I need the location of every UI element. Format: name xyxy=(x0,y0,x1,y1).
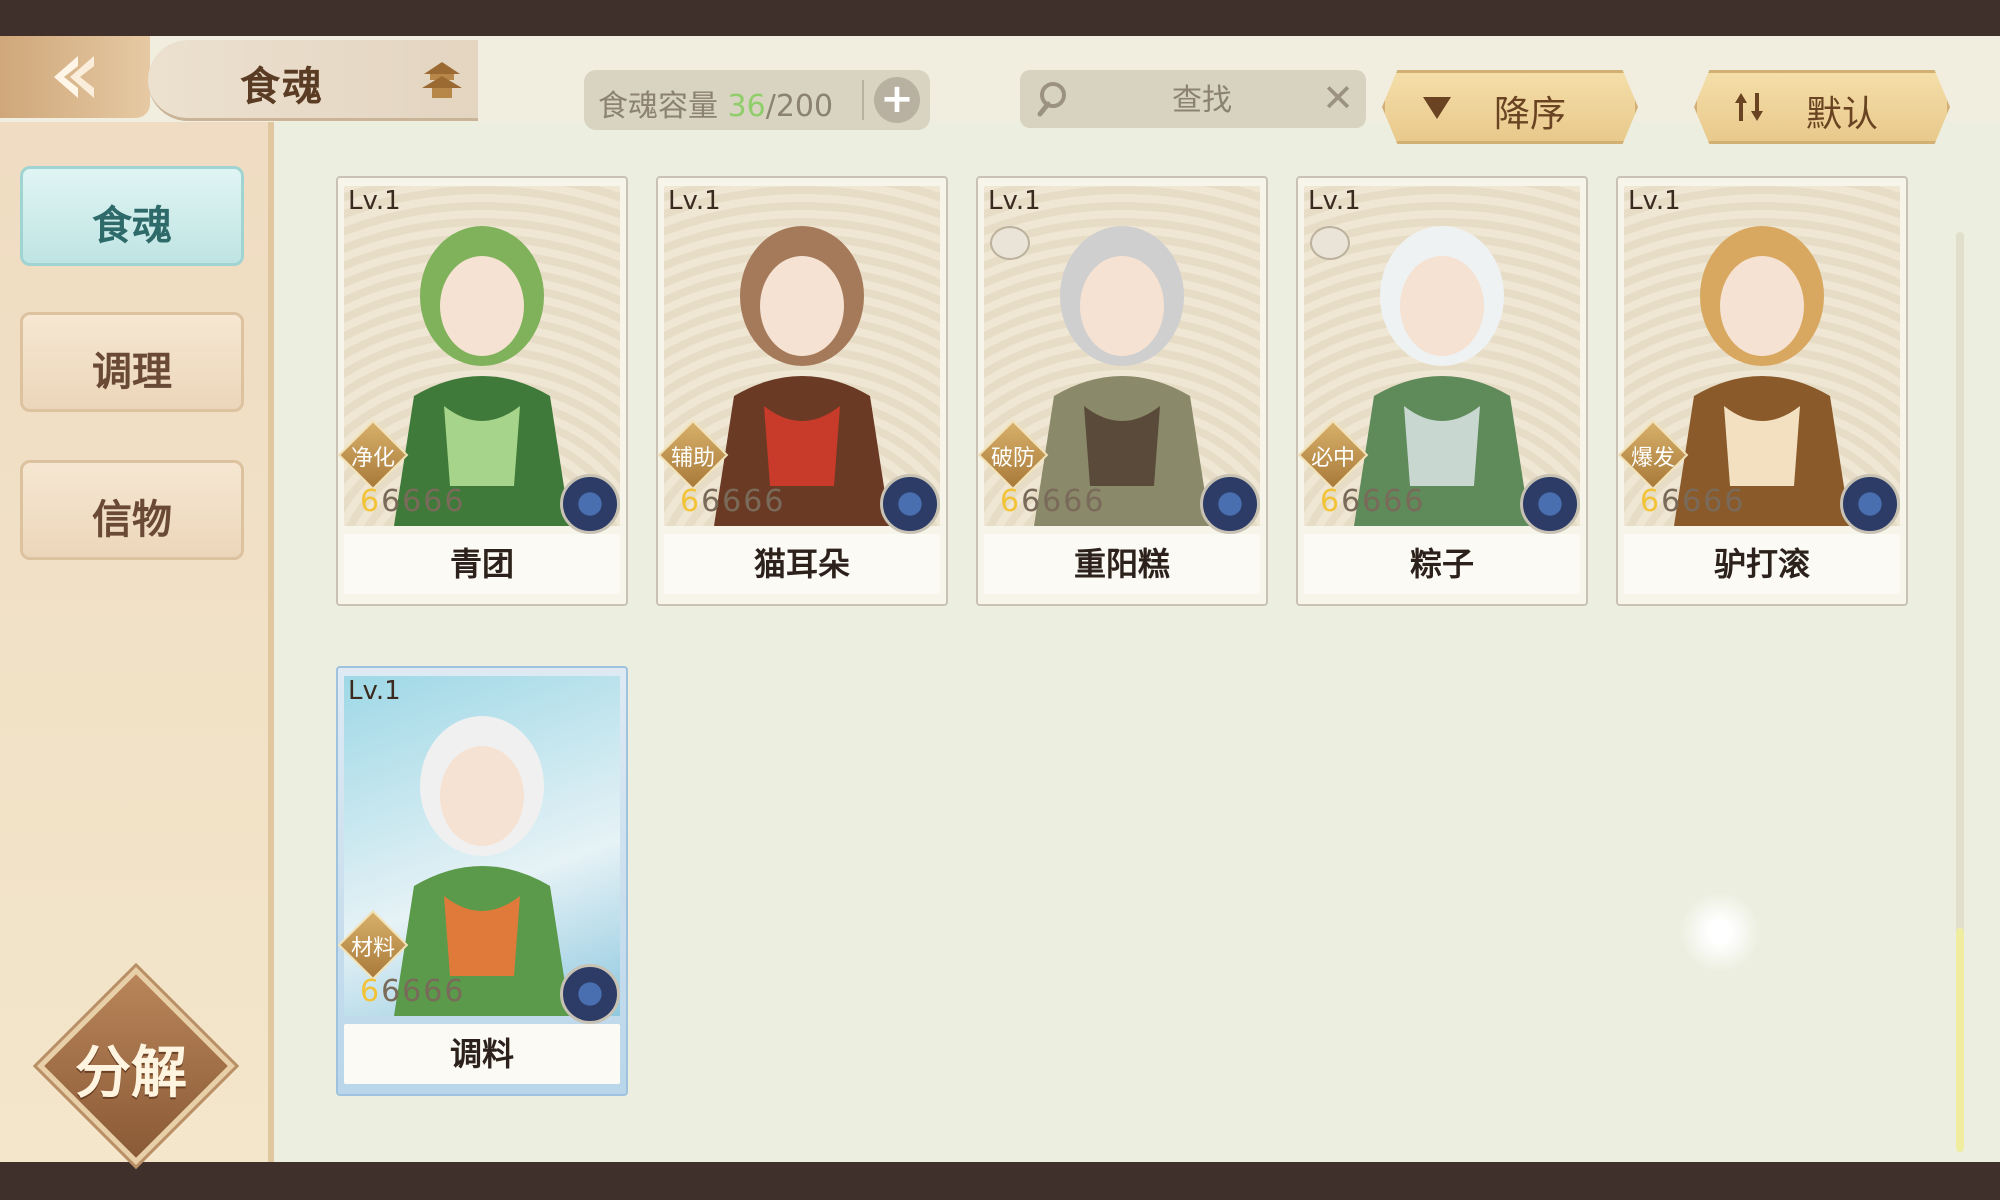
page-title: 食魂 xyxy=(240,63,324,110)
food-soul-name: 青团 xyxy=(449,545,514,583)
title-tab: 食魂 xyxy=(148,40,478,121)
role-badge: 净化 xyxy=(337,419,409,491)
back-button[interactable] xyxy=(0,36,150,118)
role-label: 材料 xyxy=(350,936,395,961)
flower-emblem-icon xyxy=(880,474,940,534)
screen: 食魂 食魂容量 36/200 + ✕ xyxy=(0,36,2000,1165)
name-bar: 青团 xyxy=(344,534,620,594)
role-label: 净化 xyxy=(350,446,395,471)
decompose-label: 分解 xyxy=(75,1040,187,1106)
star-rating: 66666 xyxy=(360,484,466,519)
dish-icon xyxy=(990,226,1030,260)
scrollbar[interactable] xyxy=(1956,232,1964,1152)
star-rating: 66666 xyxy=(1320,484,1426,519)
food-soul-card[interactable]: Lv.1 净化 66666 青团 xyxy=(336,176,628,606)
food-soul-name: 驴打滚 xyxy=(1713,545,1810,583)
star-rating: 66666 xyxy=(360,974,466,1009)
sidebar-tab-label: 食魂 xyxy=(92,202,172,249)
sidebar-tab-tokens[interactable]: 信物 xyxy=(20,460,244,560)
role-badge: 材料 xyxy=(337,909,409,981)
capacity-display: 食魂容量 36/200 + xyxy=(584,70,930,130)
sort-order-button[interactable]: 降序 xyxy=(1382,70,1638,144)
pagoda-icon[interactable] xyxy=(420,58,464,102)
star-rating: 66666 xyxy=(1640,484,1746,519)
divider xyxy=(862,80,864,120)
sidebar-tab-label: 信物 xyxy=(92,496,172,543)
back-arrow-icon xyxy=(54,56,94,98)
capacity-max: /200 xyxy=(765,89,834,124)
capacity-current: 36 xyxy=(727,89,766,124)
name-bar: 调料 xyxy=(344,1024,620,1084)
scrollbar-thumb[interactable] xyxy=(1956,928,1964,1152)
role-badge: 必中 xyxy=(1297,419,1369,491)
flower-emblem-icon xyxy=(1520,474,1580,534)
role-label: 破防 xyxy=(990,446,1035,471)
sparkle-effect xyxy=(1680,892,1760,972)
role-label: 爆发 xyxy=(1630,446,1675,471)
food-soul-name: 猫耳朵 xyxy=(753,545,850,583)
sort-order-label: 降序 xyxy=(1493,94,1566,135)
food-soul-card[interactable]: Lv.1 材料 66666 调料 xyxy=(336,666,628,1096)
sidebar: 食魂 调理 信物 分解 xyxy=(0,122,274,1165)
flower-emblem-icon xyxy=(1840,474,1900,534)
food-soul-name: 粽子 xyxy=(1409,545,1474,583)
dish-icon xyxy=(1310,226,1350,260)
food-soul-name: 重阳糕 xyxy=(1073,545,1170,583)
capacity-label: 食魂容量 xyxy=(598,89,718,124)
level-label: Lv.1 xyxy=(668,186,721,216)
search-input[interactable] xyxy=(1090,70,1314,130)
name-bar: 重阳糕 xyxy=(984,534,1260,594)
name-bar: 粽子 xyxy=(1304,534,1580,594)
name-bar: 猫耳朵 xyxy=(664,534,940,594)
role-badge: 辅助 xyxy=(657,419,729,491)
food-soul-card[interactable]: Lv.1 辅助 66666 猫耳朵 xyxy=(656,176,948,606)
flower-emblem-icon xyxy=(560,964,620,1024)
food-soul-card[interactable]: Lv.1 必中 66666 粽子 xyxy=(1296,176,1588,606)
level-label: Lv.1 xyxy=(1308,186,1361,216)
star-rating: 66666 xyxy=(1000,484,1106,519)
header-bar: 食魂 食魂容量 36/200 + ✕ xyxy=(0,36,2000,144)
star-rating: 66666 xyxy=(680,484,786,519)
level-label: Lv.1 xyxy=(988,186,1041,216)
sidebar-tab-food-souls[interactable]: 食魂 xyxy=(20,166,244,266)
flower-emblem-icon xyxy=(560,474,620,534)
role-label: 必中 xyxy=(1310,446,1355,471)
sort-mode-label: 默认 xyxy=(1805,94,1878,135)
role-badge: 破防 xyxy=(977,419,1049,491)
food-soul-name: 调料 xyxy=(449,1035,514,1073)
level-label: Lv.1 xyxy=(1628,186,1681,216)
role-badge: 爆发 xyxy=(1617,419,1689,491)
level-label: Lv.1 xyxy=(348,186,401,216)
top-letterbox xyxy=(0,0,2000,36)
flower-emblem-icon xyxy=(1200,474,1260,534)
close-icon[interactable]: ✕ xyxy=(1320,79,1356,117)
sidebar-tab-label: 调理 xyxy=(92,348,172,395)
decompose-button[interactable]: 分解 xyxy=(37,967,235,1165)
role-label: 辅助 xyxy=(670,446,715,471)
sort-mode-button[interactable]: 默认 xyxy=(1694,70,1950,144)
level-label: Lv.1 xyxy=(348,676,401,706)
food-soul-card[interactable]: Lv.1 破防 66666 重阳糕 xyxy=(976,176,1268,606)
search-icon xyxy=(1037,82,1066,117)
food-soul-card[interactable]: Lv.1 爆发 66666 驴打滚 xyxy=(1616,176,1908,606)
name-bar: 驴打滚 xyxy=(1624,534,1900,594)
search-box: ✕ xyxy=(1020,70,1366,130)
sidebar-tab-conditioning[interactable]: 调理 xyxy=(20,312,244,412)
bottom-letterbox xyxy=(0,1162,2000,1200)
expand-capacity-button[interactable]: + xyxy=(874,77,920,123)
